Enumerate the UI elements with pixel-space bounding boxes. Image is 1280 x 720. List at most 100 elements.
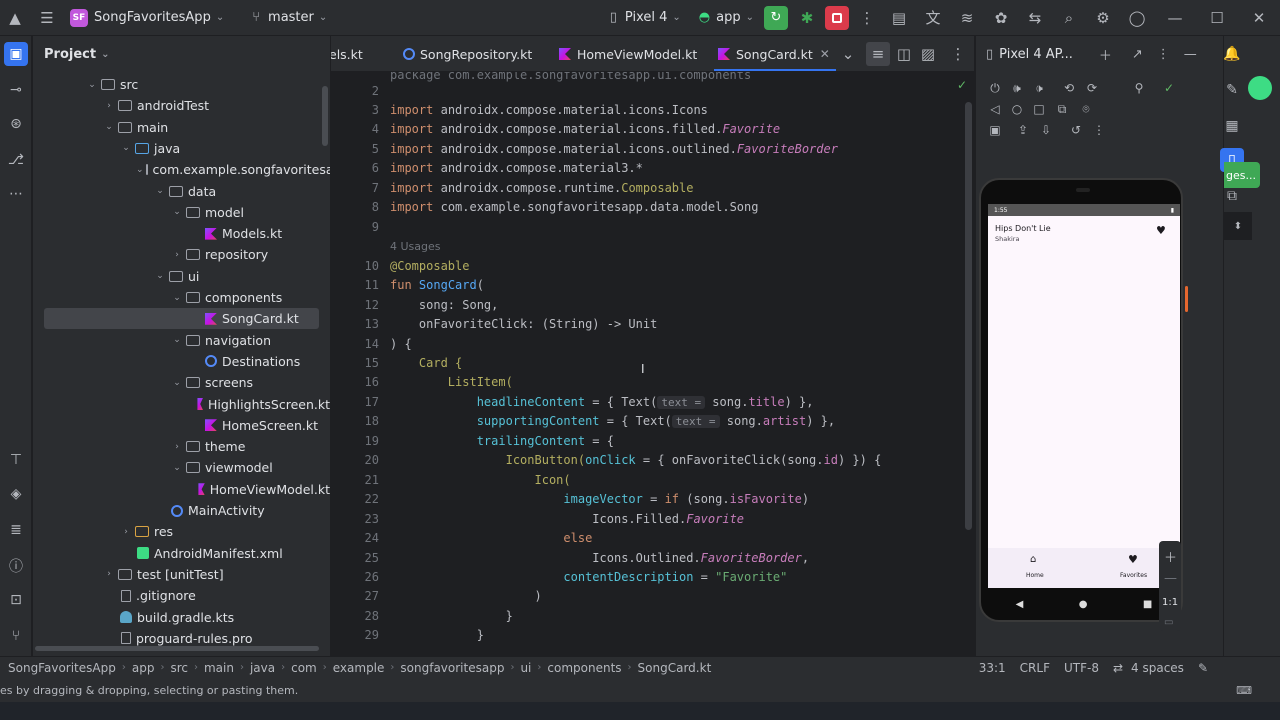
tree-item[interactable]: Models.kt — [33, 223, 330, 244]
tree-item[interactable]: › theme — [33, 436, 330, 457]
breadcrumb-item[interactable]: ui — [520, 661, 531, 675]
breadcrumb-item[interactable]: app — [132, 661, 155, 675]
android-studio-logo-icon[interactable]: ▲ — [0, 0, 30, 36]
version-control-icon[interactable]: ⑂ — [4, 624, 28, 648]
back-icon[interactable]: ◁ — [985, 99, 1005, 119]
zoom-out-icon[interactable]: — — [1164, 571, 1177, 586]
device-explorer-icon[interactable]: ▦ — [1220, 114, 1244, 138]
rotate-right-icon[interactable]: ⟳ — [1082, 78, 1102, 98]
side-dropdown[interactable]: ⬍ — [1224, 212, 1252, 240]
breadcrumb-item[interactable]: src — [170, 661, 188, 675]
chevron-down-icon[interactable]: ⌄ — [170, 463, 184, 473]
tree-item[interactable]: AndroidManifest.xml — [33, 543, 330, 564]
translate-icon[interactable]: 文 — [916, 0, 950, 36]
tree-item[interactable]: › repository — [33, 244, 330, 265]
download-icon[interactable]: ⇩ — [1036, 120, 1056, 140]
favorite-heart-icon[interactable]: ♥ — [1156, 224, 1166, 237]
breadcrumb-item[interactable]: SongCard.kt — [638, 661, 712, 675]
add-device-icon[interactable]: ＋ — [1099, 45, 1112, 64]
tree-item[interactable]: build.gradle.kts — [33, 607, 330, 628]
tabs-dropdown-icon[interactable]: ⌄ — [836, 36, 860, 71]
more-actions-icon[interactable]: ⋮ — [852, 0, 882, 36]
chevron-down-icon[interactable]: ⌄ — [170, 378, 184, 388]
gradle-sync-icon[interactable]: ⇆ — [1018, 0, 1052, 36]
tree-item[interactable]: ⌄ screens — [33, 372, 330, 393]
zoom-ratio[interactable]: 1:1 — [1162, 597, 1178, 608]
code-style-icon[interactable]: ⇄ — [1113, 661, 1123, 675]
project-selector[interactable]: SF SongFavoritesApp ⌄ — [64, 0, 230, 36]
chevron-right-icon[interactable]: › — [119, 527, 133, 537]
usages-hint[interactable]: 4 Usages — [390, 240, 441, 253]
stop-button[interactable] — [822, 0, 852, 36]
build-variants-icon[interactable]: ⊤ — [4, 448, 28, 472]
chevron-right-icon[interactable]: › — [170, 250, 184, 260]
close-tab-icon[interactable]: ✕ — [820, 47, 830, 61]
tab-song-card[interactable]: SongCard.kt ✕ — [714, 36, 836, 71]
android-recents-icon[interactable]: ■ — [1143, 599, 1152, 610]
nav-home-icon[interactable]: ⌂ — [1030, 554, 1036, 565]
device-screen[interactable]: 1:55 ▮ Hips Don't Lie Shakira ♥ ⌂ Home ♥… — [988, 204, 1180, 588]
apply-changes-badge[interactable]: ges... — [1224, 162, 1260, 188]
volume-down-icon[interactable]: 🕩 — [1029, 78, 1049, 98]
breadcrumb-item[interactable]: example — [333, 661, 385, 675]
chevron-down-icon[interactable]: ⌄ — [170, 293, 184, 303]
android-home-icon[interactable]: ● — [1079, 599, 1088, 610]
terminal-icon[interactable]: ⊡ — [4, 588, 28, 612]
chevron-right-icon[interactable]: › — [102, 569, 116, 579]
tree-item[interactable]: ⌄ java — [33, 138, 330, 159]
project-panel-header[interactable]: Project ⌄ — [33, 36, 330, 72]
tree-item[interactable]: ⌄ data — [33, 181, 330, 202]
keyboard-icon[interactable]: ⌨ — [1236, 684, 1252, 697]
snapshot-icon[interactable]: ⧉ — [1052, 99, 1072, 119]
nav-favorites-icon[interactable]: ♥ — [1128, 553, 1138, 566]
split-view-icon[interactable]: ◫ — [892, 36, 916, 71]
tab-models[interactable]: els.kt — [331, 36, 363, 71]
tree-item[interactable]: SongCard.kt — [44, 308, 319, 330]
tree-item[interactable]: ⌄ navigation — [33, 330, 330, 351]
code-editor[interactable]: ✓ 2 3 4 5 6 7 8 9 10 11 12 13 14 15 16 17 18 19 20 21 22 23 24… — [331, 72, 974, 656]
main-menu-icon[interactable]: ☰ — [30, 0, 64, 36]
overview-icon[interactable]: □ — [1029, 99, 1049, 119]
home-icon[interactable]: ○ — [1007, 99, 1027, 119]
chevron-down-icon[interactable]: ⌄ — [153, 186, 167, 196]
breadcrumb-item[interactable]: com — [291, 661, 317, 675]
upload-icon[interactable]: ⇪ — [1013, 120, 1033, 140]
file-encoding[interactable]: UTF-8 — [1064, 661, 1099, 675]
android-back-icon[interactable]: ◀ — [1016, 599, 1024, 610]
chevron-down-icon[interactable]: ⌄ — [136, 165, 144, 175]
read-only-toggle-icon[interactable]: ✎ — [1198, 661, 1208, 675]
breadcrumb-item[interactable]: java — [250, 661, 275, 675]
editor-more-icon[interactable]: ⋮ — [946, 36, 970, 71]
debug-button[interactable]: ✱ — [792, 0, 822, 36]
rotate-left-icon[interactable]: ⟲ — [1059, 78, 1079, 98]
maximize-window-icon[interactable]: ☐ — [1196, 0, 1238, 36]
tree-item[interactable]: › androidTest — [33, 95, 330, 116]
tree-item[interactable]: HomeViewModel.kt — [33, 479, 330, 500]
tree-item[interactable]: MainActivity — [33, 500, 330, 521]
structure-tool-icon[interactable]: ⊛ — [4, 112, 28, 136]
reset-icon[interactable]: ↺ — [1066, 120, 1086, 140]
sdk-manager-icon[interactable]: ✿ — [984, 0, 1018, 36]
breadcrumb-item[interactable]: components — [547, 661, 621, 675]
chevron-right-icon[interactable]: › — [102, 101, 116, 111]
tree-item[interactable]: ⌄ main — [33, 117, 330, 138]
chevron-down-icon[interactable]: ⌄ — [102, 122, 116, 132]
branch-selector[interactable]: ⑂ master ⌄ — [246, 0, 333, 36]
account-icon[interactable]: ◯ — [1120, 0, 1154, 36]
close-window-icon[interactable]: ✕ — [1238, 0, 1280, 36]
logcat-icon[interactable]: ≣ — [4, 518, 28, 542]
chevron-right-icon[interactable]: › — [170, 442, 184, 452]
tree-item[interactable]: HomeScreen.kt — [33, 415, 330, 436]
tree-item[interactable]: ⌄ src — [33, 74, 330, 95]
chevron-down-icon[interactable]: ⌄ — [170, 207, 184, 217]
device-panel-scrollbar[interactable] — [1185, 286, 1188, 312]
tree-vertical-scrollbar[interactable] — [322, 86, 328, 146]
resource-manager-icon[interactable]: ⎇ — [4, 148, 28, 172]
tree-item[interactable]: ⌄ ui — [33, 266, 330, 287]
zoom-in-icon[interactable]: ＋ — [1164, 547, 1177, 566]
device-selector[interactable]: ▯ Pixel 4 ⌄ — [604, 0, 687, 36]
device-tab-label[interactable]: Pixel 4 AP... — [999, 47, 1073, 62]
device-more-icon[interactable]: ⋮ — [1089, 120, 1109, 140]
tree-item[interactable]: ⌄ viewmodel — [33, 457, 330, 478]
open-external-icon[interactable]: ↗ — [1132, 47, 1143, 62]
